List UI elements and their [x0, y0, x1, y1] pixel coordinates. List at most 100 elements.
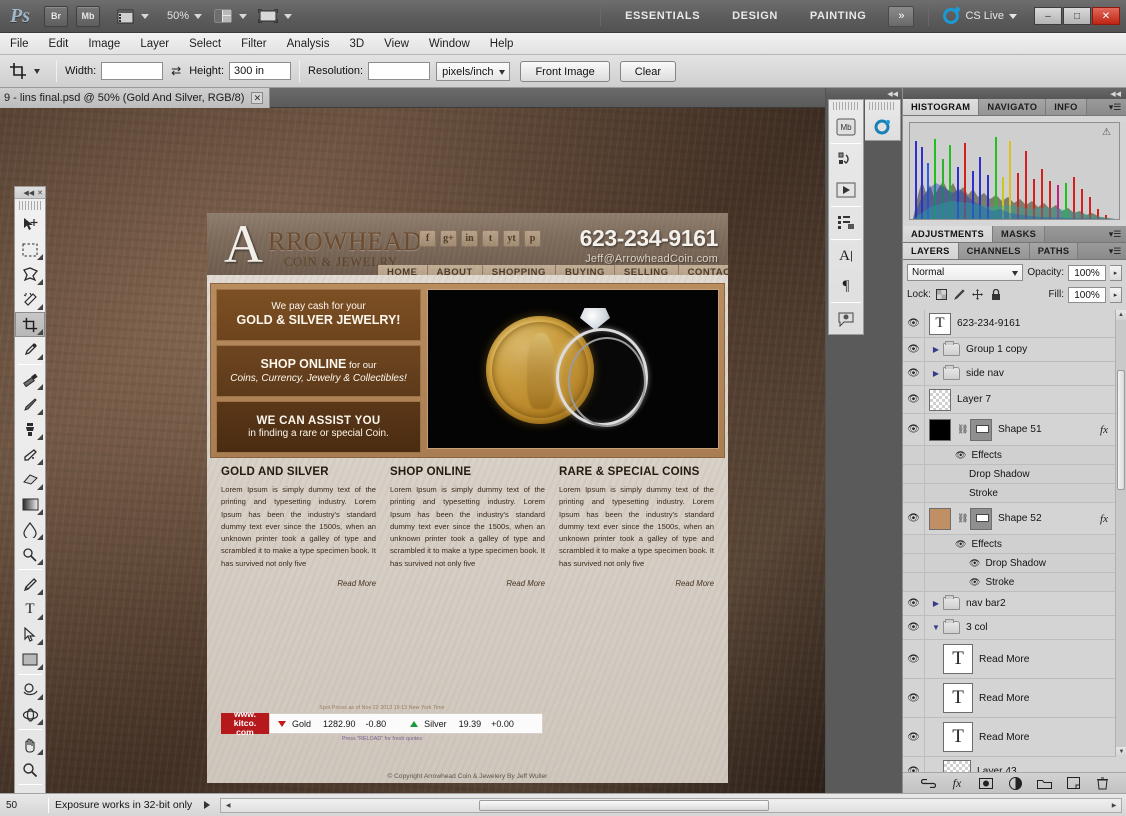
nav-item-buying[interactable]: BUYING [555, 265, 615, 275]
lasso-tool[interactable] [15, 262, 45, 287]
document-tab-close-icon[interactable]: ✕ [251, 92, 264, 104]
move-tool[interactable] [15, 212, 45, 237]
layer-name[interactable]: Shape 51 [998, 424, 1100, 435]
group-expand-icon[interactable]: ▶ [929, 369, 943, 378]
table-row[interactable]: 👁 Effects [903, 446, 1126, 465]
swap-dimensions-icon[interactable]: ⇄ [167, 64, 185, 78]
new-layer-icon[interactable] [1066, 776, 1081, 791]
layer-effects-label[interactable]: Effects [971, 539, 1001, 550]
effect-eye-icon[interactable]: 👁 [969, 577, 980, 588]
lock-transparent-pixels-icon[interactable] [935, 288, 949, 302]
effect-visibility-toggle[interactable]: · [903, 573, 925, 591]
toolbox-close-icon[interactable]: ✕ [37, 189, 43, 197]
fill-spinner-icon[interactable]: ▸ [1110, 286, 1122, 303]
group-expand-icon[interactable]: ▶ [929, 345, 943, 354]
layer-scroll-up-icon[interactable]: ▲ [1116, 310, 1126, 320]
menu-file[interactable]: File [0, 33, 39, 55]
hand-tool[interactable] [15, 732, 45, 757]
menu-3d[interactable]: 3D [339, 33, 374, 55]
mini-dock-collapse-icon[interactable]: ◀◀ [826, 88, 902, 99]
history-icon[interactable] [829, 145, 863, 175]
layer-visibility-toggle[interactable]: 👁 [903, 414, 925, 445]
mini-dock-grip-2[interactable] [869, 102, 896, 110]
promo-box-cash[interactable]: We pay cash for your GOLD & SILVER JEWEL… [216, 289, 421, 341]
layers-panel-menu-icon[interactable]: ▾☰ [1104, 243, 1126, 259]
table-row[interactable]: 👁 ▶ nav bar2 [903, 592, 1126, 616]
layer-name[interactable]: nav bar2 [966, 598, 1126, 609]
magic-wand-tool[interactable] [15, 287, 45, 312]
layer-name[interactable]: Layer 7 [957, 394, 1126, 405]
toolbox-collapse-icon[interactable]: ◀◀ [23, 189, 34, 197]
mini-dock-grip-1[interactable] [833, 102, 859, 110]
menu-filter[interactable]: Filter [231, 33, 277, 55]
blur-tool[interactable] [15, 517, 45, 542]
layer-thumbnail-text[interactable]: T [943, 683, 973, 713]
tab-channels[interactable]: CHANNELS [958, 243, 1030, 259]
arrange-documents-icon[interactable] [212, 6, 234, 26]
kuler-icon[interactable] [865, 112, 900, 142]
new-group-icon[interactable] [1036, 776, 1052, 791]
link-layers-icon[interactable] [920, 776, 936, 791]
table-row[interactable]: 👁 T Read More [903, 718, 1126, 757]
layer-name[interactable]: Shape 52 [998, 513, 1100, 524]
bridge-button[interactable]: Br [44, 5, 68, 27]
table-row[interactable]: 👁 Layer 7 [903, 386, 1126, 414]
facebook-icon[interactable]: f [419, 230, 436, 247]
layer-comps-icon[interactable] [829, 208, 863, 238]
mini-bridge-icon[interactable]: Mb [829, 112, 863, 142]
crop-tool-icon[interactable] [6, 59, 30, 83]
pinterest-icon[interactable]: p [524, 230, 541, 247]
nav-item-about[interactable]: ABOUT [427, 265, 483, 275]
layer-thumbnail-pixel[interactable] [929, 388, 951, 411]
layer-visibility-toggle[interactable]: 👁 [903, 592, 925, 615]
effect-visibility-toggle[interactable]: · [903, 465, 925, 483]
layer-thumbnail-text[interactable]: T [943, 722, 973, 752]
dodge-tool[interactable] [15, 542, 45, 567]
menu-select[interactable]: Select [179, 33, 231, 55]
layer-effects-label[interactable]: Effects [971, 450, 1001, 461]
mini-bridge-button[interactable]: Mb [76, 5, 100, 27]
effect-name[interactable]: Stroke [969, 488, 998, 499]
layer-list-scrollbar[interactable]: ▲ ▼ [1115, 310, 1126, 757]
nav-item-selling[interactable]: SELLING [614, 265, 679, 275]
delete-layer-icon[interactable] [1095, 776, 1110, 791]
layer-thumbnail-text[interactable]: T [943, 644, 973, 674]
clone-stamp-tool[interactable] [15, 417, 45, 442]
table-row[interactable]: 👁 ⛓ Shape 52 fx ▲ [903, 503, 1126, 535]
effect-name[interactable]: Drop Shadow [969, 469, 1030, 480]
close-button[interactable]: ✕ [1092, 7, 1120, 25]
table-row[interactable]: 👁 Effects [903, 535, 1126, 554]
column-2-read-more[interactable]: Read More [390, 579, 545, 588]
fx-badge-icon[interactable]: fx [1100, 424, 1108, 436]
view-extras-icon[interactable] [114, 6, 136, 26]
tab-adjustments[interactable]: ADJUSTMENTS [903, 226, 994, 242]
table-row[interactable]: 👁 ⛓ Shape 51 fx ▲ [903, 414, 1126, 446]
menu-view[interactable]: View [374, 33, 419, 55]
shape-tool[interactable] [15, 647, 45, 672]
table-row[interactable]: · 👁 Stroke [903, 573, 1126, 592]
hscroll-left-arrow-icon[interactable]: ◀ [222, 800, 234, 811]
document-tab[interactable]: 9 - lins final.psd @ 50% (Gold And Silve… [0, 88, 271, 108]
table-row[interactable]: · Stroke [903, 484, 1126, 503]
cs-live-button[interactable]: CS Live [937, 7, 1023, 24]
tab-layers[interactable]: LAYERS [903, 243, 959, 259]
hscroll-thumb[interactable] [479, 799, 770, 811]
status-menu-arrow-icon[interactable] [204, 801, 211, 809]
status-zoom-value[interactable]: 50 [0, 800, 42, 811]
height-input[interactable]: 300 in [229, 62, 292, 80]
effect-name[interactable]: Drop Shadow [985, 558, 1046, 569]
layer-visibility-toggle[interactable]: 👁 [903, 718, 925, 756]
crop-tool[interactable] [15, 312, 45, 337]
layer-name[interactable]: side nav [966, 368, 1126, 379]
effects-eye-icon[interactable]: 👁 [955, 450, 966, 461]
fill-input[interactable]: 100% [1068, 286, 1106, 303]
layer-thumbnail-text[interactable]: T [929, 312, 951, 335]
zoom-caret-icon[interactable] [194, 13, 203, 19]
layer-vector-mask-thumbnail[interactable] [970, 507, 992, 530]
effects-visibility-toggle[interactable] [903, 535, 925, 553]
effect-visibility-toggle[interactable]: · [903, 484, 925, 502]
maximize-button[interactable]: □ [1063, 7, 1091, 25]
toolbox-grip[interactable] [19, 201, 41, 210]
tab-histogram[interactable]: HISTOGRAM [903, 99, 980, 115]
new-adjustment-layer-icon[interactable] [1008, 776, 1023, 791]
